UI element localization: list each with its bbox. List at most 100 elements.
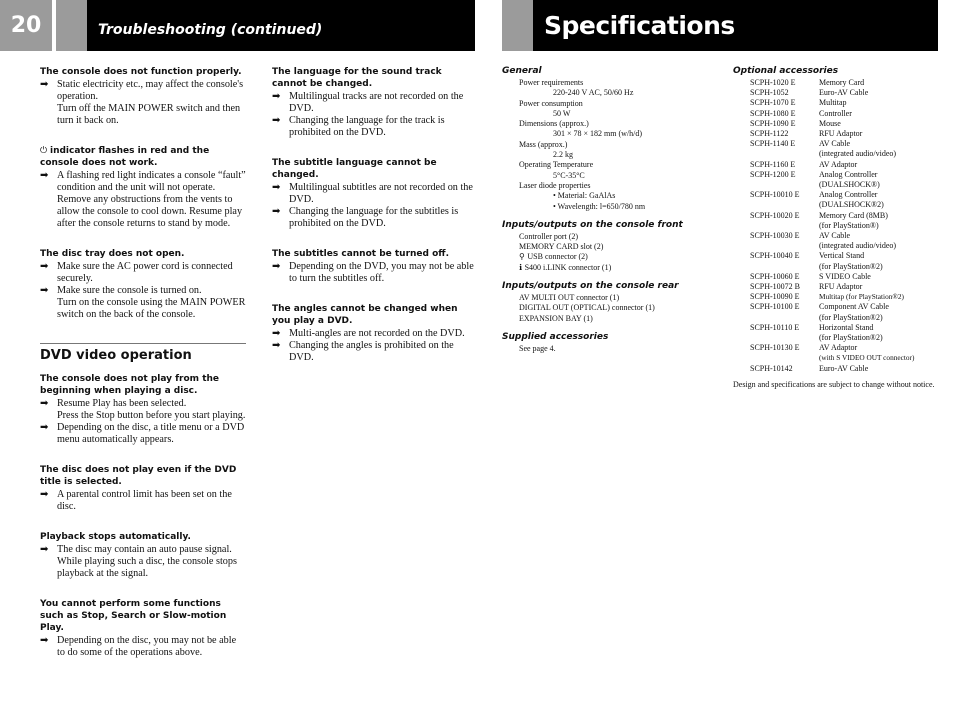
arrow-icon: ➡ (40, 170, 49, 181)
rear-io-heading: Inputs/outputs on the console rear (502, 281, 679, 292)
specifications-column-2: Optional accessories SCPH-1020 E Memory C… (733, 66, 938, 390)
accessory-name: Horizontal Stand (819, 322, 874, 332)
arrow-icon: ➡ (40, 635, 49, 646)
solution: ➡ A parental control limit has been set o… (40, 489, 246, 513)
solution-text: Make sure the AC power cord is connected… (57, 261, 233, 284)
accessory-row: SCPH-1090 E Mouse (733, 119, 938, 129)
accessory-model: SCPH-1080 E (750, 108, 796, 118)
accessory-model: SCPH-10090 E (750, 292, 800, 302)
section-divider (40, 343, 246, 344)
arrow-icon: ➡ (40, 398, 49, 409)
accessory-row: SCPH-1080 E Controller (733, 109, 938, 119)
power-icon: ⏻ (40, 146, 50, 156)
accessory-model (733, 221, 819, 231)
accessory-model: SCPH-1140 E (750, 139, 796, 149)
accessory-row: (integrated audio/video) (733, 241, 938, 251)
solution-text: A flashing red light indicates a console… (57, 170, 246, 229)
problem-heading: The subtitles cannot be turned off. (272, 248, 477, 260)
troubleshooting-item: The disc does not play even if the DVD t… (40, 464, 246, 513)
solution: ➡ Changing the angles is prohibited on th… (272, 340, 477, 364)
spec-label: Dimensions (approx.) (519, 119, 589, 129)
front-io-specs: Inputs/outputs on the console front Cont… (502, 220, 722, 273)
accessory-row: SCPH-10010 E Analog Controller (733, 190, 938, 200)
problem-heading: The disc does not play even if the DVD t… (40, 464, 246, 488)
arrow-icon: ➡ (40, 489, 49, 500)
accessory-row: (DUALSHOCK®2) (733, 200, 938, 210)
accessory-row: SCPH-1070 E Multitap (733, 98, 938, 108)
accessory-row: SCPH-10030 E AV Cable (733, 231, 938, 241)
problem-heading: ⏻ indicator flashes in red and the conso… (40, 145, 246, 169)
arrow-icon: ➡ (272, 206, 281, 217)
troubleshooting-column-1: The console does not function properly. ➡… (40, 66, 246, 677)
io-line: Controller port (2) (502, 232, 722, 242)
troubleshooting-item: You cannot perform some functions such a… (40, 598, 246, 659)
io-line: DIGITAL OUT (OPTICAL) connector (1) (519, 303, 655, 313)
spec-label: Power requirements (519, 78, 584, 87)
accessory-name: Euro-AV Cable (819, 88, 869, 98)
accessory-model: SCPH-1160 E (750, 159, 796, 169)
accessory-name: (integrated audio/video) (819, 149, 897, 159)
accessory-name: Memory Card (8MB) (819, 210, 888, 220)
arrow-icon: ➡ (40, 422, 49, 433)
troubleshooting-item: ⏻ indicator flashes in red and the conso… (40, 145, 246, 230)
problem-heading: The disc tray does not open. (40, 248, 246, 260)
accessory-name: Component AV Cable (819, 302, 889, 312)
solution-continuation: Press the Stop button before you start p… (57, 410, 246, 421)
spec-value: 220-240 V AC, 50/60 Hz (553, 88, 634, 98)
header-gray-strip (502, 0, 533, 51)
accessory-model (733, 353, 819, 363)
accessory-name: Analog Controller (819, 169, 878, 179)
accessory-name: Memory Card (819, 78, 865, 87)
arrow-icon: ➡ (40, 79, 49, 90)
troubleshooting-item: The subtitles cannot be turned off. ➡ Depe… (272, 248, 477, 285)
accessory-name: AV Adaptor (819, 159, 858, 169)
troubleshooting-item: The language for the sound track cannot … (272, 66, 477, 139)
accessory-name: Analog Controller (819, 190, 878, 200)
accessory-model: SCPH-10072 B (750, 282, 801, 292)
arrow-icon: ➡ (272, 91, 281, 102)
accessory-name: (for PlayStation®) (819, 220, 879, 230)
accessory-row: SCPH-1200 E Analog Controller (733, 170, 938, 180)
problem-text: The console does not play from the begin… (40, 374, 220, 396)
io-line: ⚲ USB connector (2) (502, 252, 722, 262)
problem-text: The subtitles cannot be turned off. (272, 249, 450, 259)
accessory-row: (for PlayStation®2) (733, 313, 938, 323)
solution-text: Make sure the console is turned on. (57, 285, 202, 296)
spec-value: 2.2 kg (553, 150, 573, 160)
accessory-row: (with S VIDEO OUT connector) (733, 353, 938, 363)
accessory-row: SCPH-1052 Euro-AV Cable (733, 88, 938, 98)
accessory-name: AV Cable (819, 139, 851, 149)
io-text: S400 i.LINK connector (1) (524, 262, 612, 272)
io-text: MEMORY CARD slot (2) (519, 242, 604, 252)
specifications-column-1: General Power requirements 220-240 V AC, … (502, 66, 722, 362)
specifications-note: Design and specifications are subject to… (733, 379, 935, 389)
accessory-name: (for PlayStation®2) (819, 261, 883, 271)
arrow-icon: ➡ (272, 182, 281, 193)
solution-text: Changing the angles is prohibited on the… (289, 340, 454, 363)
solution: ➡ Multilingual tracks are not recorded on… (272, 91, 477, 115)
front-io-heading: Inputs/outputs on the console front (502, 219, 683, 230)
accessory-row: SCPH-10060 E S VIDEO Cable (733, 272, 938, 282)
troubleshooting-item: The console does not function properly. ➡… (40, 66, 246, 127)
accessory-name: AV Adaptor (819, 343, 858, 353)
solution-text: Changing the language for the track is p… (289, 115, 445, 138)
supplied-heading: Supplied accessories (502, 331, 609, 342)
io-line: EXPANSION BAY (1) (519, 313, 593, 323)
rear-io-specs: Inputs/outputs on the console rear AV MU… (502, 281, 722, 324)
accessory-row: (for PlayStation®2) (733, 333, 938, 343)
accessory-row: (DUALSHOCK®) (733, 180, 938, 190)
accessory-model: SCPH-10040 E (750, 251, 800, 261)
accessory-name: (with S VIDEO OUT connector) (819, 353, 915, 363)
problem-heading: Playback stops automatically. (40, 531, 246, 543)
accessory-model: SCPH-10030 E (750, 231, 800, 241)
accessory-model: SCPH-1122 (750, 129, 789, 139)
accessory-row: SCPH-10090 E Multitap (for PlayStation®2) (733, 292, 938, 302)
accessory-row: (for PlayStation®2) (733, 262, 938, 272)
supplied-line: See page 4. (519, 343, 556, 353)
solution: ➡ Make sure the AC power cord is connecte… (40, 261, 246, 285)
solution: ➡ Changing the language for the subtitles… (272, 206, 477, 230)
left-page-header: 20 Troubleshooting (continued) (0, 0, 475, 51)
accessory-name: (for PlayStation®2) (819, 333, 883, 343)
problem-text: The angles cannot be changed when you pl… (272, 304, 458, 326)
general-specs: General Power requirements 220-240 V AC, … (502, 66, 722, 212)
